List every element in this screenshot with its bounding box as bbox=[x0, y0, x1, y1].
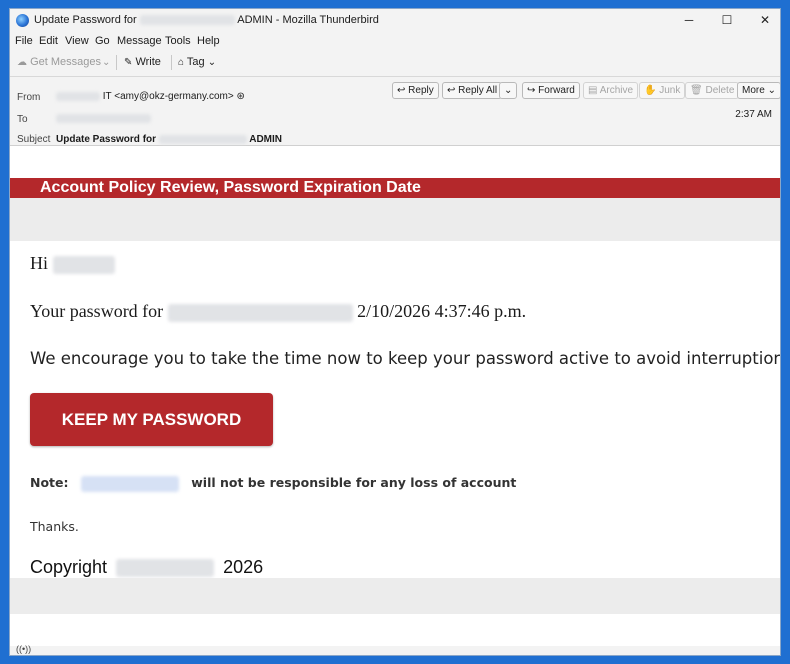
menu-message[interactable]: Message bbox=[117, 35, 162, 47]
redacted-username bbox=[52, 255, 115, 274]
archive-label: Archive bbox=[599, 85, 634, 96]
thunderbird-window: Update Password for ADMIN - Mozilla Thun… bbox=[9, 8, 781, 656]
archive-icon: ▤ bbox=[588, 85, 598, 96]
to-label: To bbox=[17, 114, 28, 125]
get-messages-label: Get Messages bbox=[30, 56, 101, 68]
copyright-year: 2026 bbox=[223, 557, 264, 577]
tag-button[interactable]: ⌂ Tag ⌄ bbox=[178, 56, 216, 68]
junk-button[interactable]: ✋ Junk bbox=[639, 82, 686, 99]
archive-button[interactable]: ▤ Archive bbox=[583, 82, 639, 99]
main-toolbar: ☁ Get Messages ⌄ ✎ Write ⌂ Tag ⌄ bbox=[10, 50, 780, 77]
delete-button[interactable]: 🗑 Delete bbox=[685, 82, 740, 99]
note-label: Note: bbox=[30, 475, 69, 490]
reply-all-label: Reply All bbox=[458, 85, 498, 96]
subject-value: Update Password for ADMIN bbox=[56, 134, 282, 145]
tag-label: Tag bbox=[186, 56, 205, 68]
copyright-prefix: Copyright bbox=[30, 557, 108, 577]
forward-icon: ↪ bbox=[527, 85, 536, 96]
menu-bar: File Edit View Go Message Tools Help bbox=[10, 32, 780, 50]
chevron-down-icon: ⌄ bbox=[767, 85, 776, 96]
redacted-email bbox=[167, 303, 353, 322]
cloud-download-icon: ☁ bbox=[17, 57, 27, 68]
message-time: 2:37 AM bbox=[735, 109, 772, 120]
window-title: Update Password for ADMIN - Mozilla Thun… bbox=[34, 14, 379, 26]
junk-label: Junk bbox=[659, 85, 681, 96]
chevron-down-icon: ⌄ bbox=[207, 57, 217, 68]
password-date: 2/10/2026 4:37:46 p.m. bbox=[357, 301, 527, 321]
note-text: will not be responsible for any loss of … bbox=[191, 475, 517, 490]
reply-all-button[interactable]: ↩ Reply All bbox=[442, 82, 503, 99]
from-value[interactable]: IT <amy@okz-germany.com> ⊛ bbox=[56, 91, 245, 102]
toolbar-divider bbox=[171, 55, 172, 70]
write-button[interactable]: ✎ Write bbox=[124, 56, 161, 68]
redacted-name bbox=[139, 15, 235, 26]
maximize-button[interactable]: ☐ bbox=[708, 9, 746, 32]
forward-button[interactable]: ↪ Forward bbox=[522, 82, 580, 99]
subject-suffix: ADMIN bbox=[249, 134, 283, 145]
window-title-prefix: Update Password for bbox=[34, 14, 137, 26]
menu-tools[interactable]: Tools bbox=[165, 35, 191, 47]
minimize-button[interactable]: ─ bbox=[670, 9, 708, 32]
menu-view[interactable]: View bbox=[65, 35, 89, 47]
trash-icon: 🗑 bbox=[690, 85, 703, 96]
activity-icon[interactable]: ((•)) bbox=[16, 644, 31, 654]
redacted-subject-name bbox=[158, 134, 247, 144]
status-bar: ((•)) bbox=[10, 644, 780, 655]
banner-band bbox=[10, 198, 780, 241]
encourage-text: We encourage you to take the time now to… bbox=[30, 349, 781, 368]
redacted-sender-name bbox=[56, 91, 100, 101]
subject-label: Subject bbox=[17, 134, 51, 145]
more-button[interactable]: More ⌄ bbox=[737, 82, 780, 99]
toolbar-divider bbox=[116, 55, 117, 70]
chevron-down-icon: ⌄ bbox=[504, 85, 513, 96]
tag-icon: ⌂ bbox=[178, 57, 185, 68]
junk-icon: ✋ bbox=[644, 85, 657, 96]
message-body: Account Policy Review, Password Expirati… bbox=[10, 146, 780, 646]
reply-button[interactable]: ↩ Reply bbox=[392, 82, 439, 99]
copyright-line: Copyright 2026 bbox=[30, 557, 263, 578]
get-messages-dropdown[interactable]: ⌄ bbox=[102, 56, 110, 68]
greeting-text: Hi bbox=[30, 253, 48, 273]
forward-label: Forward bbox=[538, 85, 575, 96]
menu-file[interactable]: File bbox=[15, 35, 33, 47]
email-banner: Account Policy Review, Password Expirati… bbox=[10, 178, 780, 198]
redacted-company bbox=[116, 559, 215, 578]
password-prefix: Your password for bbox=[30, 301, 164, 321]
footer-band bbox=[10, 578, 780, 614]
greeting: Hi bbox=[30, 253, 115, 274]
from-label: From bbox=[17, 92, 41, 103]
reply-label: Reply bbox=[408, 85, 434, 96]
contact-icon[interactable]: ⊛ bbox=[237, 91, 245, 102]
window-title-suffix: ADMIN - Mozilla Thunderbird bbox=[237, 14, 379, 26]
thanks-text: Thanks. bbox=[30, 519, 79, 534]
redacted-recipient bbox=[56, 113, 151, 123]
reply-all-dropdown[interactable]: ⌄ bbox=[499, 82, 518, 99]
delete-label: Delete bbox=[705, 85, 735, 96]
menu-edit[interactable]: Edit bbox=[39, 35, 58, 47]
keep-password-button[interactable]: KEEP MY PASSWORD bbox=[30, 393, 273, 446]
menu-help[interactable]: Help bbox=[197, 35, 220, 47]
title-bar: Update Password for ADMIN - Mozilla Thun… bbox=[10, 9, 780, 32]
note-line: Note: will not be responsible for any lo… bbox=[30, 475, 516, 492]
reply-icon: ↩ bbox=[397, 85, 406, 96]
chevron-down-icon: ⌄ bbox=[102, 57, 111, 68]
write-label: Write bbox=[135, 56, 161, 68]
reply-all-icon: ↩ bbox=[447, 85, 456, 96]
close-button[interactable]: ✕ bbox=[746, 9, 780, 32]
subject-prefix: Update Password for bbox=[56, 134, 157, 145]
menu-go[interactable]: Go bbox=[95, 35, 110, 47]
more-label: More bbox=[742, 85, 765, 96]
redacted-company bbox=[80, 475, 179, 492]
to-value[interactable] bbox=[56, 113, 151, 124]
password-line: Your password for 2/10/2026 4:37:46 p.m. bbox=[30, 301, 526, 322]
pencil-icon: ✎ bbox=[124, 57, 133, 68]
thunderbird-logo-icon bbox=[16, 14, 29, 27]
get-messages-button[interactable]: ☁ Get Messages bbox=[17, 56, 101, 68]
from-address[interactable]: IT <amy@okz-germany.com> bbox=[103, 91, 234, 102]
